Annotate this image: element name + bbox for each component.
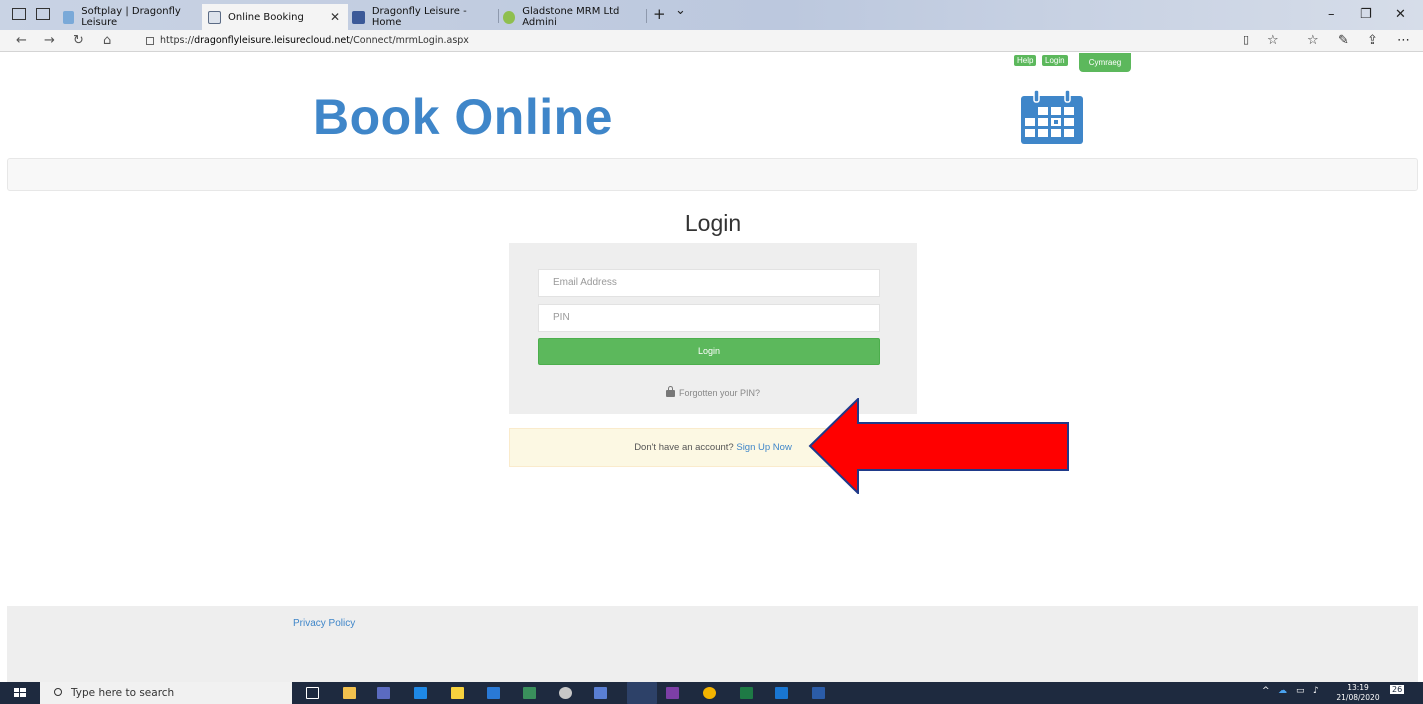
favorite-star-icon[interactable]: ☆ xyxy=(1267,33,1279,48)
notification-badge[interactable]: 26 xyxy=(1390,685,1405,694)
page-favicon xyxy=(208,10,221,24)
pen-notes-icon[interactable]: ✎ xyxy=(1338,33,1349,48)
privacy-policy-link[interactable]: Privacy Policy xyxy=(293,618,355,629)
forward-icon[interactable]: → xyxy=(44,33,55,48)
email-field[interactable]: Email Address xyxy=(538,269,880,297)
photos-icon[interactable] xyxy=(414,687,427,699)
network-icon[interactable]: ▭ xyxy=(1296,686,1305,696)
help-button[interactable]: Help xyxy=(1014,55,1037,66)
forgot-pin-link[interactable]: Forgotten your PIN? xyxy=(509,386,917,398)
search-icon xyxy=(54,688,62,696)
padlock-icon xyxy=(665,386,675,397)
dragonfly-favicon xyxy=(63,10,75,24)
language-toggle-button[interactable]: Cymraeg xyxy=(1079,53,1131,72)
login-form: Email Address PIN Login Forgotten your P… xyxy=(509,243,917,414)
browser-tab-strip: Softplay | Dragonfly Leisure Online Book… xyxy=(0,0,1423,30)
azure-icon[interactable] xyxy=(487,687,500,699)
settings-gear-icon[interactable] xyxy=(559,687,572,699)
tab-gladstone[interactable]: Gladstone MRM Ltd Admini xyxy=(503,6,649,28)
task-view-icon[interactable] xyxy=(306,687,319,699)
facebook-favicon xyxy=(352,10,365,24)
file-explorer-icon[interactable] xyxy=(343,687,356,699)
more-menu-icon[interactable]: ⋯ xyxy=(1397,33,1410,48)
calendar-icon xyxy=(1021,90,1083,144)
clock-date: 21/08/2020 xyxy=(1336,693,1380,702)
taskbar-search-input[interactable]: Type here to search xyxy=(40,682,292,704)
clock-time: 13:19 xyxy=(1347,683,1369,692)
taskbar-clock[interactable]: 13:19 21/08/2020 xyxy=(1330,683,1386,703)
word-icon[interactable] xyxy=(812,687,825,699)
onedrive-icon[interactable]: ☁ xyxy=(1278,686,1287,696)
windows-start-icon[interactable] xyxy=(0,682,40,704)
gladstone-favicon xyxy=(503,10,516,24)
page-title: Book Online xyxy=(313,89,613,145)
snip-icon[interactable] xyxy=(523,687,536,699)
share-icon[interactable]: ⇪ xyxy=(1367,33,1378,48)
tab-divider xyxy=(646,9,647,23)
back-icon[interactable]: ← xyxy=(16,33,27,48)
outlook-icon[interactable] xyxy=(775,687,788,699)
home-icon[interactable]: ⌂ xyxy=(103,33,111,48)
favorites-hub-icon[interactable]: ☆ xyxy=(1307,33,1319,48)
url-field[interactable]: https://dragonflyleisure.leisurecloud.ne… xyxy=(138,32,1288,50)
chrome-icon[interactable] xyxy=(703,687,716,699)
page-footer: Privacy Policy xyxy=(7,606,1418,682)
restore-icon[interactable]: ❐ xyxy=(1360,7,1372,22)
tab-divider xyxy=(498,9,499,23)
excel-icon[interactable] xyxy=(740,687,753,699)
edge-icon[interactable] xyxy=(627,682,657,704)
windows-taskbar: Type here to search ^ ☁ ▭ ♪ 13:19 21/08/… xyxy=(0,682,1423,704)
minimize-icon[interactable]: – xyxy=(1328,7,1335,22)
header-login-button[interactable]: Login xyxy=(1042,55,1068,66)
tab-menu-icon[interactable]: ⌄ xyxy=(675,3,686,18)
red-arrow-annotation xyxy=(808,398,1069,494)
tab-online-booking[interactable]: Online Booking ✕ xyxy=(202,4,348,30)
tray-chevron-icon[interactable]: ^ xyxy=(1262,686,1270,696)
signup-link[interactable]: Sign Up Now xyxy=(736,442,791,453)
pin-field[interactable]: PIN xyxy=(538,304,880,332)
close-tab-icon[interactable]: ✕ xyxy=(330,10,340,24)
remote-desktop-icon[interactable] xyxy=(594,687,607,699)
onenote-icon[interactable] xyxy=(666,687,679,699)
tab-softplay[interactable]: Softplay | Dragonfly Leisure xyxy=(63,6,201,28)
login-button[interactable]: Login xyxy=(538,338,880,365)
teams-icon[interactable] xyxy=(377,687,390,699)
reading-view-icon[interactable]: ▯ xyxy=(1243,33,1249,46)
sticky-notes-icon[interactable] xyxy=(451,687,464,699)
tab-dragonfly-home[interactable]: Dragonfly Leisure - Home xyxy=(352,6,498,28)
lock-icon xyxy=(146,36,154,45)
main-navbar xyxy=(7,158,1418,191)
tab-preview-icon[interactable] xyxy=(36,8,50,20)
login-heading: Login xyxy=(684,210,742,236)
new-tab-icon[interactable]: + xyxy=(653,5,666,23)
address-bar: ← → ↻ ⌂ https://dragonflyleisure.leisure… xyxy=(0,30,1423,52)
close-window-icon[interactable]: ✕ xyxy=(1395,7,1406,22)
refresh-icon[interactable]: ↻ xyxy=(73,33,84,48)
volume-icon[interactable]: ♪ xyxy=(1313,686,1319,696)
set-aside-tabs-icon[interactable] xyxy=(12,8,26,20)
signup-prompt: Don't have an account? xyxy=(634,442,734,453)
